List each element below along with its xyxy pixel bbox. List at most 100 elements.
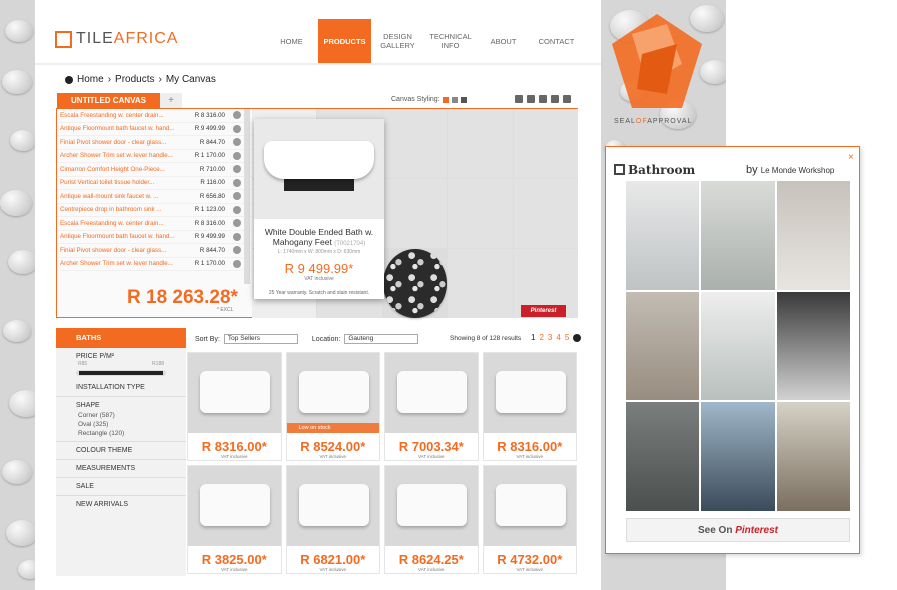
- remove-icon[interactable]: [233, 246, 241, 255]
- pin-image[interactable]: [626, 181, 700, 290]
- breadcrumb-home[interactable]: Home: [77, 74, 104, 85]
- pinterest-button[interactable]: Pinterest: [521, 305, 566, 317]
- add-canvas-button[interactable]: +: [160, 93, 182, 108]
- product-card[interactable]: R 6821.00* VAT inclusive: [285, 465, 380, 574]
- page-2[interactable]: 2: [539, 333, 543, 342]
- product-image[interactable]: [385, 353, 478, 433]
- tile-rail[interactable]: [382, 109, 448, 178]
- share-icon[interactable]: [563, 95, 571, 103]
- canvas-item[interactable]: Antique Floormount bath faucet w. hand..…: [57, 231, 252, 244]
- pin-image[interactable]: [701, 291, 775, 401]
- nav-products[interactable]: PRODUCTS: [318, 19, 371, 63]
- pin-image[interactable]: [701, 402, 775, 511]
- next-page-icon[interactable]: [573, 333, 582, 342]
- tile-rail[interactable]: [448, 109, 513, 178]
- remove-icon[interactable]: [233, 232, 241, 241]
- remove-icon[interactable]: [233, 124, 241, 133]
- remove-icon[interactable]: [233, 192, 241, 201]
- canvas-item[interactable]: Antique wall-mount sink faucet w. ... R 6…: [57, 190, 252, 204]
- pin-image[interactable]: [701, 181, 775, 290]
- canvas-item-name[interactable]: Antique wall-mount sink faucet w. ...: [60, 193, 185, 200]
- remove-icon[interactable]: [233, 219, 241, 228]
- grid-style-icon[interactable]: [442, 96, 449, 103]
- page-5[interactable]: 5: [565, 333, 569, 342]
- location-select[interactable]: Gauteng: [344, 334, 419, 344]
- pin-image[interactable]: [776, 181, 850, 290]
- email-icon[interactable]: [551, 95, 559, 103]
- logo[interactable]: TILEAFRICA: [55, 30, 178, 48]
- product-card[interactable]: R 7003.34* VAT inclusive: [384, 352, 479, 461]
- filter-new[interactable]: NEW ARRIVALS: [56, 496, 186, 513]
- category-baths[interactable]: BATHS: [56, 328, 186, 348]
- trash-icon[interactable]: [515, 95, 523, 103]
- nav-home[interactable]: HOME: [265, 19, 318, 63]
- page-3[interactable]: 3: [548, 333, 552, 342]
- tile-blank[interactable]: [513, 109, 578, 178]
- see-on-pinterest-button[interactable]: See On Pinterest: [626, 518, 850, 542]
- shape-oval[interactable]: Oval (325): [56, 420, 186, 429]
- product-image[interactable]: [483, 353, 576, 433]
- tile-shelf[interactable]: [448, 179, 513, 248]
- board-author[interactable]: by Le Monde Workshop: [746, 164, 834, 176]
- canvas-item-name[interactable]: Escala Freestanding w. center drain...: [60, 220, 185, 227]
- canvas-item[interactable]: Escala Freestanding w. center drain... R …: [57, 217, 252, 231]
- canvas-item[interactable]: Archer Shower Trim set w. lever handle..…: [57, 258, 252, 271]
- remove-icon[interactable]: [233, 205, 241, 214]
- canvas-item[interactable]: Finial Pivot shower door - clear glass..…: [57, 244, 252, 258]
- close-icon[interactable]: ×: [848, 152, 854, 163]
- canvas-item[interactable]: Finial Pivot shower door - clear glass..…: [57, 136, 252, 150]
- pin-image[interactable]: [776, 291, 850, 401]
- page-4[interactable]: 4: [556, 333, 560, 342]
- canvas-item-name[interactable]: Archer Shower Trim set w. lever handle..…: [60, 152, 185, 159]
- sort-select[interactable]: Top Sellers: [223, 334, 298, 344]
- product-image[interactable]: [188, 353, 281, 433]
- product-card[interactable]: Low on stock R 8524.00* VAT inclusive: [285, 352, 380, 461]
- product-card[interactable]: R 3825.00* VAT inclusive: [187, 465, 282, 574]
- canvas-item[interactable]: Escala Freestanding w. center drain... R …: [57, 109, 252, 123]
- nav-technical-info[interactable]: TECHNICAL INFO: [424, 19, 477, 63]
- canvas-item-name[interactable]: Antique Floormount bath faucet w. hand..…: [60, 125, 185, 132]
- print-icon[interactable]: [539, 95, 547, 103]
- canvas-item[interactable]: Cimarron Comfort Height One-Piece... R 71…: [57, 163, 252, 177]
- canvas-item-name[interactable]: Finial Pivot shower door - clear glass..…: [60, 247, 185, 254]
- breadcrumb-products[interactable]: Products: [115, 74, 154, 85]
- filter-installation[interactable]: INSTALLATION TYPE: [56, 379, 186, 397]
- canvas-item-name[interactable]: Archer Shower Trim set w. lever handle..…: [60, 260, 185, 267]
- remove-icon[interactable]: [233, 178, 241, 187]
- product-image[interactable]: [483, 466, 576, 546]
- product-image[interactable]: Low on stock: [286, 353, 379, 433]
- canvas-item-name[interactable]: Cimarron Comfort Height One-Piece...: [60, 166, 185, 173]
- shape-rectangle[interactable]: Rectangle (120): [56, 429, 186, 442]
- nav-about[interactable]: ABOUT: [477, 19, 530, 63]
- nav-contact[interactable]: CONTACT: [530, 19, 583, 63]
- mosaic-style-icon[interactable]: [460, 96, 467, 103]
- canvas-item[interactable]: Centrepiece drop in bathroom sink ... R 1…: [57, 204, 252, 217]
- product-image[interactable]: [286, 466, 379, 546]
- canvas-item[interactable]: Purist Vertical toilet tissue holder... R…: [57, 177, 252, 190]
- canvas-item-name[interactable]: Finial Pivot shower door - clear glass..…: [60, 139, 185, 146]
- pin-image[interactable]: [776, 402, 850, 511]
- tile-blank[interactable]: [448, 249, 513, 318]
- remove-icon[interactable]: [233, 165, 241, 174]
- canvas-item-name[interactable]: Purist Vertical toilet tissue holder...: [60, 179, 185, 186]
- save-icon[interactable]: [527, 95, 535, 103]
- filter-price[interactable]: PRICE P/M²: [56, 348, 186, 361]
- remove-icon[interactable]: [233, 111, 241, 120]
- product-image[interactable]: [188, 466, 281, 546]
- pin-image[interactable]: [626, 291, 700, 401]
- remove-icon[interactable]: [233, 151, 241, 160]
- canvas-item[interactable]: Archer Shower Trim set w. lever handle..…: [57, 150, 252, 163]
- tile-towel-ring[interactable]: [382, 179, 448, 248]
- product-image[interactable]: [385, 466, 478, 546]
- tab-untitled-canvas[interactable]: UNTITLED CANVAS: [57, 93, 160, 108]
- tile-blank[interactable]: [513, 179, 578, 248]
- page-1[interactable]: 1: [531, 333, 535, 342]
- shape-corner[interactable]: Corner (587): [56, 411, 186, 420]
- tile-pebble[interactable]: [382, 249, 448, 318]
- filter-sale[interactable]: SALE: [56, 478, 186, 496]
- pin-image[interactable]: [626, 402, 700, 511]
- back-arrow-icon[interactable]: [65, 75, 73, 84]
- canvas-item[interactable]: Antique Floormount bath faucet w. hand..…: [57, 123, 252, 136]
- canvas-item-name[interactable]: Centrepiece drop in bathroom sink ...: [60, 206, 185, 213]
- filter-colour[interactable]: COLOUR THEME: [56, 442, 186, 460]
